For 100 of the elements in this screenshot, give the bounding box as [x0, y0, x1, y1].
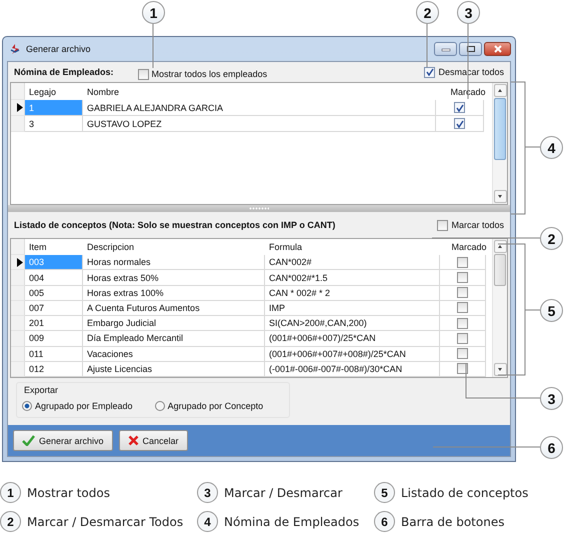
callout-marker: 2 — [540, 227, 563, 250]
checkbox-label[interactable]: Desmacar todos — [438, 67, 504, 77]
column-header[interactable]: Legajo — [25, 83, 83, 100]
radio-label[interactable]: Agrupado por Concepto — [168, 401, 264, 411]
header-corner — [11, 239, 25, 256]
table-cell: 3 — [25, 116, 83, 132]
table-cell: 009 — [25, 331, 83, 347]
table-cell: CAN * 002# * 2 — [265, 286, 440, 301]
table-cell: Horas extras 100% — [83, 286, 265, 301]
checkbox[interactable] — [457, 318, 468, 329]
close-button[interactable] — [484, 42, 511, 56]
legend-label: Barra de botones — [401, 514, 504, 528]
checkbox[interactable] — [457, 348, 468, 360]
column-header[interactable]: Item — [25, 239, 83, 256]
table-cell: (-001#-006#-007#-008#)/30*CAN — [265, 362, 440, 378]
table-cell: Horas normales — [83, 255, 265, 270]
checkbox[interactable] — [457, 302, 468, 314]
callout-marker: 4 — [197, 511, 218, 532]
legend-label: Mostrar todos — [27, 486, 110, 500]
app-icon — [9, 43, 21, 55]
column-header[interactable]: Marcado — [444, 83, 492, 100]
checkbox-label[interactable]: Marcar todos — [451, 220, 504, 230]
table-cell: IMP — [265, 300, 440, 316]
table-cell: 1 — [25, 100, 83, 116]
callout-marker: 6 — [540, 436, 563, 459]
checkbox-label[interactable]: Mostrar todos los empleados — [152, 69, 268, 79]
checkbox[interactable] — [457, 332, 468, 344]
table-cell: Vacaciones — [83, 346, 265, 362]
callout-marker: 2 — [416, 1, 439, 24]
table-cell: SI(CAN>200#,CAN,200) — [265, 316, 440, 332]
table-cell: 004 — [25, 270, 83, 286]
checkbox[interactable] — [457, 287, 468, 298]
callout-marker: 1 — [0, 482, 21, 503]
legend-label: Marcar / Desmarcar Todos — [27, 514, 184, 528]
checkbox[interactable] — [454, 118, 465, 129]
callout-marker: 4 — [540, 136, 563, 159]
maximize-icon — [466, 45, 476, 53]
splitter-handle[interactable] — [8, 205, 510, 212]
radio-button[interactable] — [22, 401, 32, 411]
radio-button[interactable] — [154, 401, 165, 411]
table-cell: 011 — [25, 346, 83, 362]
leader-line — [152, 22, 154, 68]
section-title: Nómina de Empleados: — [14, 67, 114, 77]
window-title: Generar archivo — [26, 44, 91, 54]
minimize-icon — [440, 46, 450, 52]
checkbox[interactable] — [454, 102, 465, 113]
scrollbar[interactable] — [492, 83, 507, 204]
callout-marker: 5 — [374, 482, 395, 503]
callout-marker: 3 — [197, 482, 218, 503]
table-cell: Horas extras 50% — [83, 270, 265, 286]
callout-marker: 6 — [374, 511, 395, 532]
maximize-button[interactable] — [459, 42, 482, 56]
action-button[interactable]: Cancelar — [118, 430, 188, 451]
header-corner — [11, 83, 25, 100]
checkbox[interactable] — [138, 68, 149, 80]
column-header[interactable]: Marcado — [446, 239, 492, 256]
table-cell: (001#+006#+007#+008#)/25*CAN — [265, 346, 440, 362]
action-button[interactable]: Generar archivo — [13, 430, 113, 451]
table-cell: GABRIELA ALEJANDRA GARCIA — [83, 100, 436, 116]
checkbox[interactable] — [457, 363, 468, 374]
table-cell: 201 — [25, 316, 83, 332]
column-header[interactable]: Descripcion — [83, 239, 265, 256]
callout-marker: 3 — [540, 387, 563, 410]
legend-label: Marcar / Desmarcar — [224, 486, 342, 500]
row-header[interactable] — [11, 100, 25, 116]
minimize-button[interactable] — [434, 42, 457, 56]
close-icon — [128, 435, 139, 446]
section-title: Listado de conceptos (Nota: Solo se muestran conceptos con IMP o CANT) — [14, 220, 336, 230]
leader-line — [426, 22, 428, 68]
checkbox[interactable] — [424, 66, 436, 78]
column-header[interactable]: Formula — [265, 239, 446, 256]
table-cell: 007 — [25, 300, 83, 316]
callout-marker: 1 — [142, 1, 165, 24]
checkbox[interactable] — [437, 220, 448, 230]
table-cell: (001#+006#+007)/25*CAN — [265, 331, 440, 347]
table-cell: 005 — [25, 286, 83, 301]
column-header[interactable]: Nombre — [83, 83, 444, 100]
checkbox[interactable] — [457, 272, 468, 284]
checkbox[interactable] — [457, 256, 468, 268]
table-cell: CAN*002#*1.5 — [265, 270, 440, 286]
table-cell: Día Empleado Mercantil — [83, 331, 265, 347]
row-pointer-icon — [17, 258, 23, 267]
close-icon — [492, 45, 502, 53]
callout-marker: 5 — [540, 299, 563, 322]
scrollbar[interactable] — [492, 239, 507, 377]
check-icon — [22, 435, 35, 446]
legend-label: Listado de conceptos — [401, 486, 528, 500]
radio-label[interactable]: Agrupado por Empleado — [35, 401, 133, 411]
row-header[interactable] — [11, 255, 25, 270]
legend-label: Nómina de Empleados — [224, 514, 360, 528]
callout-marker: 2 — [0, 511, 21, 532]
table-cell: CAN*002# — [265, 255, 440, 270]
row-pointer-icon — [17, 103, 23, 112]
table-cell: Ajuste Licencias — [83, 362, 265, 378]
table-cell: 012 — [25, 362, 83, 378]
table-cell: Embargo Judicial — [83, 316, 265, 332]
table-cell: 003 — [25, 255, 83, 270]
callout-marker: 3 — [457, 1, 480, 24]
table-cell: A Cuenta Futuros Aumentos — [83, 300, 265, 316]
group-title: Exportar — [24, 385, 60, 395]
